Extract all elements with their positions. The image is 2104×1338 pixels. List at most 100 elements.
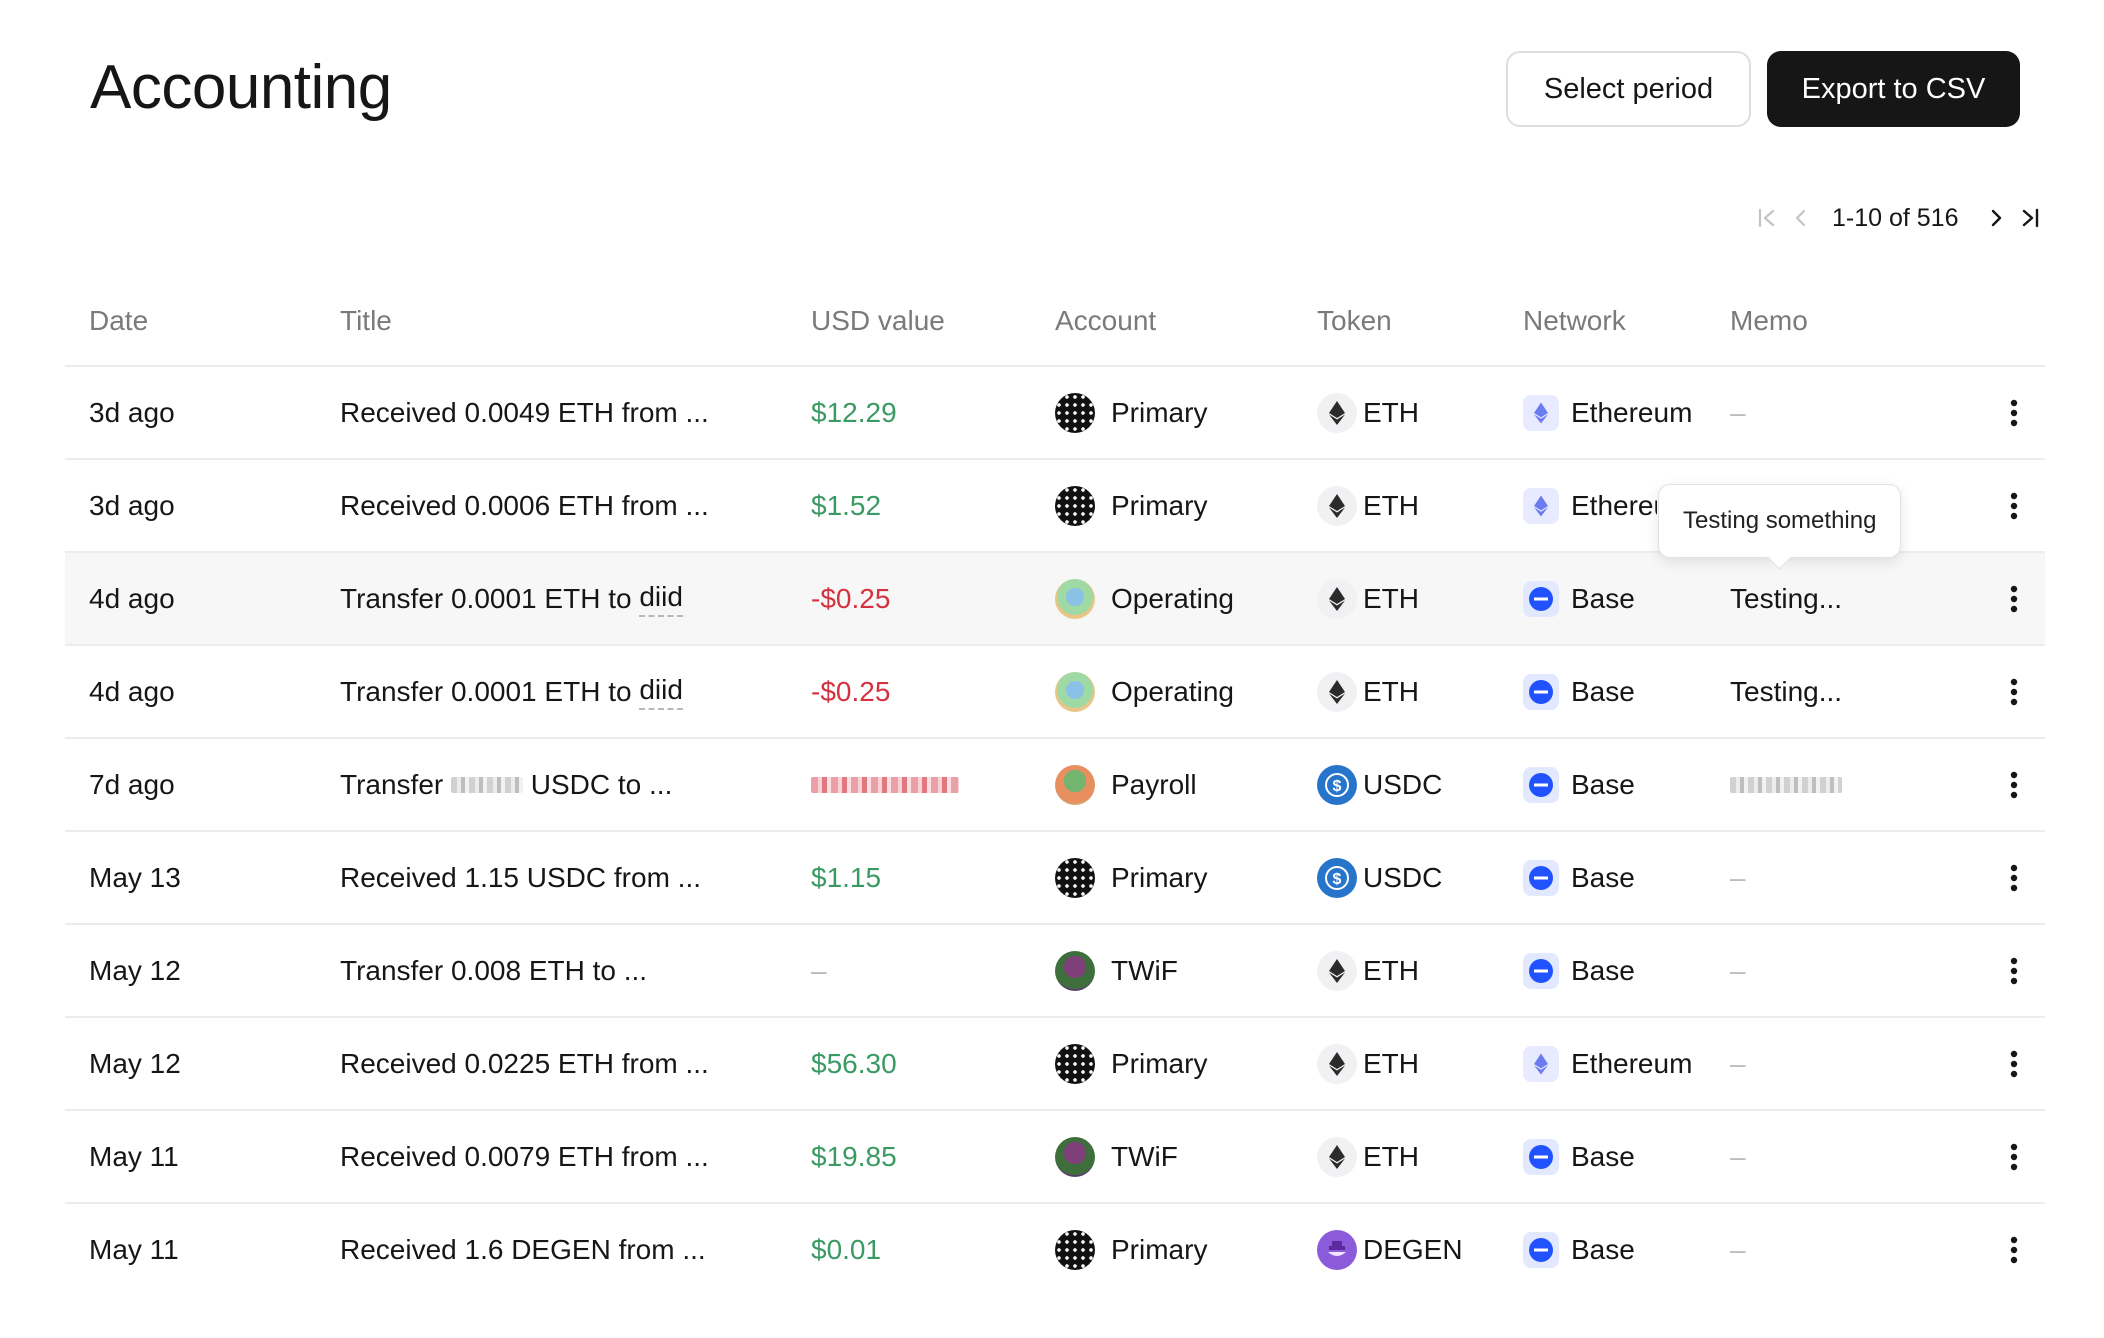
row-title: Received 0.0006 ETH from ...: [340, 489, 709, 521]
table-row[interactable]: May 11 Received 0.0079 ETH from ... $19.…: [65, 1111, 2045, 1204]
title-text: Transfer 0.0001 ETH to: [340, 675, 632, 707]
row-date: 4d ago: [89, 675, 175, 707]
table-row[interactable]: May 12 Transfer 0.008 ETH to ... – TWiF …: [65, 925, 2045, 1018]
network-name: Base: [1571, 1233, 1635, 1265]
row-memo: –: [1730, 1140, 1746, 1172]
account-name: Payroll: [1111, 768, 1197, 800]
eth-token-icon: [1317, 1043, 1357, 1084]
token-name: ETH: [1363, 1140, 1419, 1172]
column-header-memo[interactable]: Memo: [1730, 275, 1808, 366]
table-row[interactable]: 7d ago Transfer USDC to ... Payroll $ USD…: [65, 739, 2045, 832]
table-row[interactable]: May 13 Received 1.15 USDC from ... $1.15…: [65, 832, 2045, 925]
row-menu-icon[interactable]: [1999, 553, 2029, 644]
network-name: Base: [1571, 768, 1635, 800]
column-header-token[interactable]: Token: [1317, 275, 1392, 366]
column-header-date[interactable]: Date: [89, 275, 148, 366]
account-name: Primary: [1111, 1047, 1208, 1079]
account-name: TWiF: [1111, 954, 1178, 986]
account-name: Operating: [1111, 582, 1234, 614]
account-name: Primary: [1111, 1233, 1208, 1265]
column-header-account[interactable]: Account: [1055, 275, 1156, 366]
row-menu-icon[interactable]: [1999, 739, 2029, 830]
account-avatar: [1055, 950, 1095, 991]
row-usd-value: -$0.25: [811, 582, 891, 614]
recipient-link[interactable]: diid: [639, 581, 683, 617]
table-header: Date Title USD value Account Token Netwo…: [65, 275, 2045, 367]
account-avatar: [1055, 392, 1095, 433]
token-name: ETH: [1363, 489, 1419, 521]
column-header-usd[interactable]: USD value: [811, 275, 945, 366]
network-name: Base: [1571, 861, 1635, 893]
row-title: Received 1.6 DEGEN from ...: [340, 1233, 706, 1265]
row-usd-value: $19.85: [811, 1140, 897, 1172]
row-date: May 11: [89, 1140, 179, 1172]
eth-token-icon: [1317, 485, 1357, 526]
table-row[interactable]: May 12 Received 0.0225 ETH from ... $56.…: [65, 1018, 2045, 1111]
table-row[interactable]: May 11 Received 1.6 DEGEN from ... $0.01…: [65, 1204, 2045, 1295]
account-name: Primary: [1111, 861, 1208, 893]
row-token: ETH: [1317, 1018, 1419, 1109]
next-page-icon[interactable]: [1979, 198, 2013, 238]
prev-page-icon[interactable]: [1784, 198, 1818, 238]
network-name: Ethereum: [1571, 489, 1657, 521]
account-name: Primary: [1111, 396, 1208, 428]
row-token: DEGEN: [1317, 1204, 1463, 1295]
first-page-icon[interactable]: [1750, 198, 1784, 238]
row-date: 3d ago: [89, 396, 175, 428]
table-row[interactable]: 3d ago Received 0.0049 ETH from ... $12.…: [65, 367, 2045, 460]
network-name: Ethereum: [1571, 1047, 1693, 1079]
eth-token-icon: [1317, 671, 1357, 712]
account-name: Operating: [1111, 675, 1234, 707]
row-usd-value: [811, 739, 959, 830]
row-date: May 13: [89, 861, 181, 893]
row-date: May 12: [89, 954, 181, 986]
row-menu-icon[interactable]: [1999, 1111, 2029, 1202]
row-menu-icon[interactable]: [1999, 832, 2029, 923]
row-menu-icon[interactable]: [1999, 646, 2029, 737]
eth-token-icon: [1317, 1136, 1357, 1177]
recipient-link[interactable]: diid: [639, 674, 683, 710]
row-token: ETH: [1317, 460, 1419, 551]
row-account: Primary: [1055, 832, 1207, 923]
row-token: ETH: [1317, 925, 1419, 1016]
row-menu-icon[interactable]: [1999, 460, 2029, 551]
row-usd-value: –: [811, 954, 827, 986]
last-page-icon[interactable]: [2013, 198, 2047, 238]
account-avatar: [1055, 485, 1095, 526]
row-network: Ethereum: [1523, 367, 1692, 458]
row-network: Base: [1523, 925, 1635, 1016]
row-network: Base: [1523, 646, 1635, 737]
row-token: $ USDC: [1317, 739, 1442, 830]
row-menu-icon[interactable]: [1999, 1204, 2029, 1295]
row-title: Transfer 0.0001 ETH to diid: [340, 553, 683, 644]
base-network-icon: [1523, 673, 1559, 710]
row-memo: –: [1730, 861, 1746, 893]
row-title: Received 0.0049 ETH from ...: [340, 396, 709, 428]
row-network: Ethereum: [1523, 460, 1657, 551]
row-network: Ethereum: [1523, 1018, 1692, 1109]
row-date: May 12: [89, 1047, 181, 1079]
table-row[interactable]: 4d ago Transfer 0.0001 ETH to diid -$0.2…: [65, 646, 2045, 739]
column-header-network[interactable]: Network: [1523, 275, 1626, 366]
row-title: Received 1.15 USDC from ...: [340, 861, 702, 893]
table-row[interactable]: 4d ago Transfer 0.0001 ETH to diid -$0.2…: [65, 553, 2045, 646]
row-memo[interactable]: Testing...: [1730, 553, 1842, 644]
title-suffix: USDC to ...: [530, 768, 673, 800]
row-token: ETH: [1317, 553, 1419, 644]
page-title: Accounting: [90, 53, 392, 122]
select-period-button[interactable]: Select period: [1506, 51, 1751, 127]
column-header-title[interactable]: Title: [340, 275, 392, 366]
row-account: TWiF: [1055, 925, 1178, 1016]
redacted-memo: [1730, 776, 1842, 793]
row-menu-icon[interactable]: [1999, 1018, 2029, 1109]
export-csv-button[interactable]: Export to CSV: [1767, 51, 2020, 127]
token-name: DEGEN: [1363, 1233, 1463, 1265]
row-menu-icon[interactable]: [1999, 925, 2029, 1016]
token-name: ETH: [1363, 582, 1419, 614]
title-text: Transfer 0.0001 ETH to: [340, 582, 632, 614]
redacted-usd: [811, 776, 959, 793]
row-network: Base: [1523, 553, 1635, 644]
row-menu-icon[interactable]: [1999, 367, 2029, 458]
token-name: ETH: [1363, 1047, 1419, 1079]
base-network-icon: [1523, 766, 1559, 803]
